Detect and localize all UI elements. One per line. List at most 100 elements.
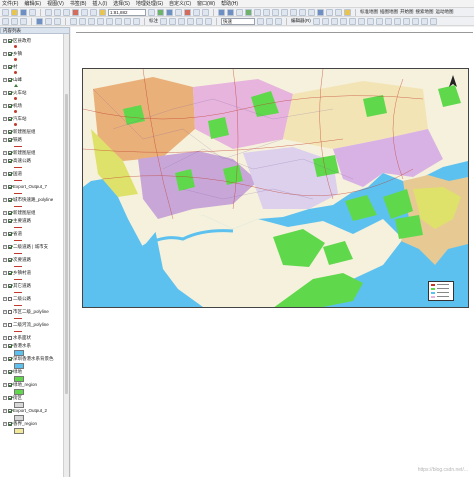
add-data-icon[interactable] bbox=[99, 8, 106, 16]
expand-toggle-icon[interactable]: − bbox=[3, 369, 7, 374]
toc-layer-row[interactable]: − 二级道路 | 城市支 bbox=[3, 243, 48, 250]
expand-toggle-icon[interactable]: − bbox=[3, 137, 7, 142]
back-icon[interactable] bbox=[272, 8, 279, 16]
label-dropdown[interactable]: 标注 bbox=[149, 18, 158, 24]
hyperlink-icon[interactable] bbox=[344, 8, 351, 16]
toc-icon[interactable] bbox=[166, 8, 173, 16]
toc-layer-row[interactable]: − 次要道路 bbox=[3, 256, 31, 263]
toc-layer-row[interactable]: − 二级河流_polyline bbox=[3, 321, 49, 328]
toc-scrollbar[interactable] bbox=[63, 34, 69, 477]
toc-layer-row[interactable]: − 香界_region bbox=[3, 420, 37, 427]
search-icon[interactable] bbox=[175, 8, 182, 16]
layer-visibility-checkbox[interactable] bbox=[8, 244, 12, 249]
drawing-icon[interactable] bbox=[2, 17, 9, 25]
layer-visibility-checkbox[interactable] bbox=[8, 322, 12, 327]
select-features-icon[interactable] bbox=[290, 8, 297, 16]
layer-visibility-checkbox[interactable] bbox=[8, 309, 12, 314]
fixed-zoom-in-icon[interactable] bbox=[254, 8, 261, 16]
menu-window[interactable]: 窗口(W) bbox=[197, 0, 215, 7]
toc-layer-row[interactable]: − 汽车站 bbox=[3, 115, 27, 122]
copy-icon[interactable] bbox=[54, 8, 61, 16]
menu-start-map[interactable]: 开始图 bbox=[400, 9, 414, 15]
menu-customize[interactable]: 自定义(C) bbox=[169, 0, 191, 7]
save-icon[interactable] bbox=[20, 8, 27, 16]
menu-insert[interactable]: 插入(I) bbox=[92, 0, 107, 7]
arctoolbox-icon[interactable] bbox=[184, 8, 191, 16]
menu-inset-map[interactable]: 插图地图 bbox=[380, 9, 398, 15]
new-doc-icon[interactable] bbox=[2, 8, 9, 16]
map-legend[interactable] bbox=[428, 281, 454, 301]
layer-visibility-checkbox[interactable] bbox=[8, 283, 12, 288]
layer-visibility-checkbox[interactable] bbox=[8, 231, 12, 236]
print-icon[interactable] bbox=[29, 8, 36, 16]
layer-visibility-checkbox[interactable] bbox=[8, 90, 12, 95]
edit-vertices-icon[interactable] bbox=[366, 17, 374, 25]
layer-visibility-checkbox[interactable] bbox=[8, 38, 12, 43]
layer-visibility-checkbox[interactable] bbox=[8, 197, 12, 202]
map-page[interactable] bbox=[82, 68, 469, 308]
zoom-page-in-icon[interactable] bbox=[70, 17, 77, 25]
expand-toggle-icon[interactable]: − bbox=[3, 184, 7, 189]
layer-visibility-checkbox[interactable] bbox=[8, 257, 12, 262]
layer-visibility-checkbox[interactable] bbox=[8, 137, 12, 142]
menu-view[interactable]: 视图(V) bbox=[47, 0, 64, 7]
expand-toggle-icon[interactable]: − bbox=[3, 51, 7, 56]
toc-layer-row[interactable]: − 乡镇村道 bbox=[3, 269, 31, 276]
trace-icon[interactable] bbox=[348, 17, 356, 25]
edit-tool-icon[interactable] bbox=[312, 17, 320, 25]
expand-toggle-icon[interactable]: − bbox=[3, 322, 7, 327]
toc-layer-row[interactable]: − 市区二级_polyline bbox=[3, 308, 49, 315]
fixed-zoom-out-icon[interactable] bbox=[263, 8, 270, 16]
undo-icon[interactable] bbox=[81, 8, 88, 16]
rectangle-icon[interactable] bbox=[36, 17, 43, 25]
find-icon[interactable] bbox=[326, 8, 333, 16]
toc-layer-row[interactable]: − 新建图层组 bbox=[3, 209, 36, 216]
model-builder-icon[interactable] bbox=[202, 8, 209, 16]
end-point-arc-icon[interactable] bbox=[339, 17, 347, 25]
expand-toggle-icon[interactable]: − bbox=[3, 270, 7, 275]
open-folder-icon[interactable] bbox=[11, 8, 18, 16]
toc-layer-row[interactable]: − 区县政府 bbox=[3, 37, 31, 44]
toc-layer-row[interactable]: − 省道 bbox=[3, 230, 22, 237]
expand-toggle-icon[interactable]: − bbox=[3, 356, 7, 361]
line-icon[interactable] bbox=[266, 17, 273, 25]
expand-toggle-icon[interactable]: − bbox=[3, 257, 7, 262]
toc-layer-row[interactable]: − 山峰 bbox=[3, 76, 22, 83]
toc-layer-row[interactable]: − 主要道路 bbox=[3, 217, 31, 224]
expand-toggle-icon[interactable]: − bbox=[3, 158, 7, 163]
toc-layer-row[interactable]: − 香港水系 bbox=[3, 342, 31, 349]
zoom-page-out-icon[interactable] bbox=[79, 17, 86, 25]
expand-toggle-icon[interactable]: − bbox=[3, 421, 7, 426]
scale-combo[interactable]: 1:81,882 bbox=[108, 8, 146, 16]
expand-toggle-icon[interactable]: − bbox=[3, 150, 7, 155]
measure-icon[interactable] bbox=[335, 8, 342, 16]
expand-toggle-icon[interactable]: − bbox=[3, 343, 7, 348]
font-icon[interactable] bbox=[54, 17, 61, 25]
expand-toggle-icon[interactable]: − bbox=[3, 90, 7, 95]
layer-visibility-checkbox[interactable] bbox=[8, 103, 12, 108]
toc-layer-row[interactable]: − 二级公路 bbox=[3, 295, 31, 302]
toc-layer-row[interactable]: − 村 bbox=[3, 63, 18, 70]
forward-icon[interactable] bbox=[281, 8, 288, 16]
toc-layer-row[interactable]: − 深圳香港水系背景色 bbox=[3, 355, 54, 362]
layer-visibility-checkbox[interactable] bbox=[8, 158, 12, 163]
expand-toggle-icon[interactable]: − bbox=[3, 231, 7, 236]
layer-visibility-checkbox[interactable] bbox=[8, 171, 12, 176]
pan-page-icon[interactable] bbox=[88, 17, 95, 25]
reshape-icon[interactable] bbox=[375, 17, 383, 25]
label-manager-icon[interactable] bbox=[160, 17, 167, 25]
expand-toggle-icon[interactable]: − bbox=[3, 296, 7, 301]
rotate-icon[interactable] bbox=[20, 17, 27, 25]
label-weight-icon[interactable] bbox=[178, 17, 185, 25]
layer-visibility-checkbox[interactable] bbox=[8, 335, 12, 340]
toc-layer-row[interactable]: − 国道 bbox=[3, 170, 22, 177]
layer-visibility-checkbox[interactable] bbox=[8, 421, 12, 426]
select-elements-icon[interactable] bbox=[308, 8, 315, 16]
expand-toggle-icon[interactable]: − bbox=[3, 408, 7, 413]
lock-labels-icon[interactable] bbox=[187, 17, 194, 25]
zoom-100-icon[interactable] bbox=[106, 17, 113, 25]
toc-layer-row[interactable]: − 绿地_region bbox=[3, 381, 37, 388]
layer-visibility-checkbox[interactable] bbox=[8, 77, 12, 82]
layer-visibility-checkbox[interactable] bbox=[8, 296, 12, 301]
expand-toggle-icon[interactable]: − bbox=[3, 129, 7, 134]
